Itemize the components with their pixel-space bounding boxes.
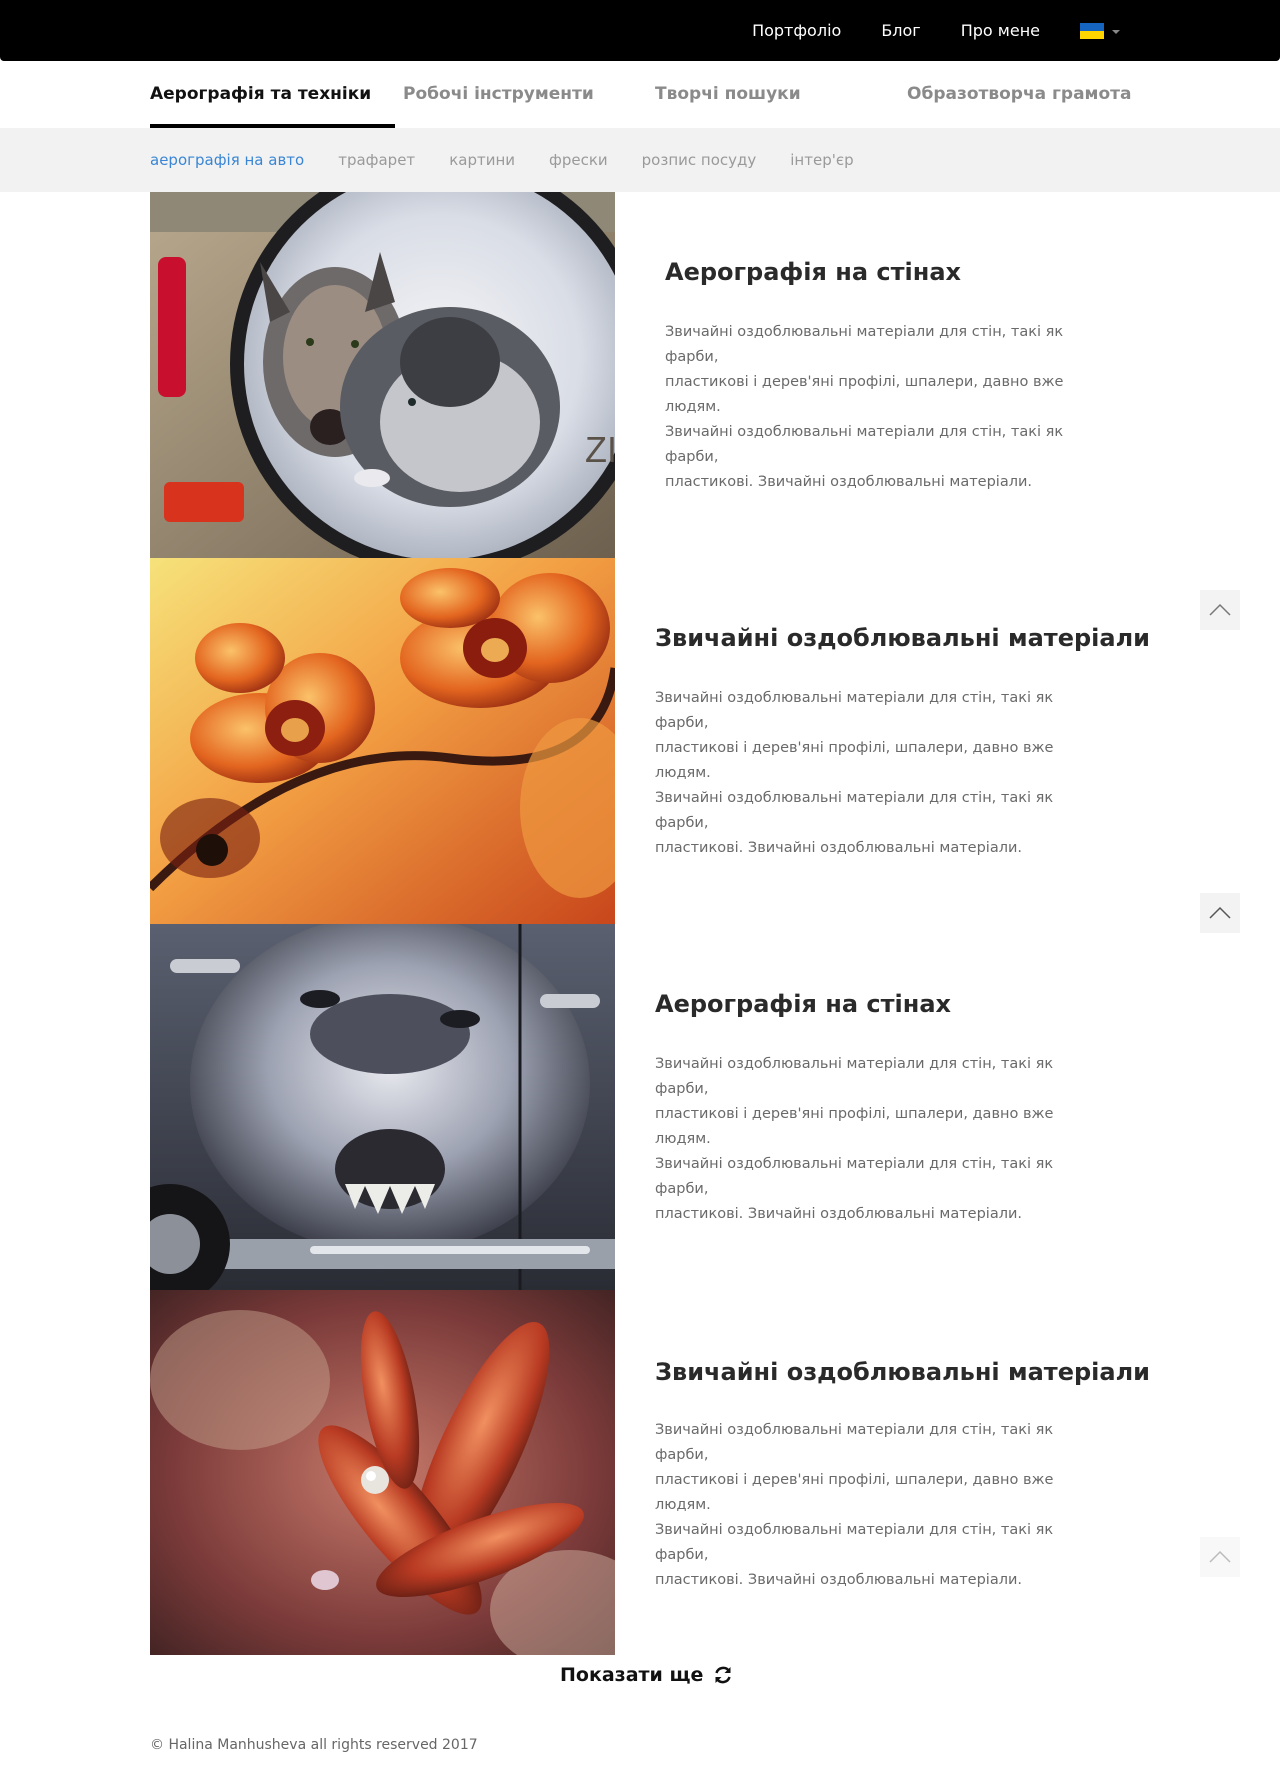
- article-image-red-flower[interactable]: [150, 1290, 615, 1655]
- nav-about-link[interactable]: Про мене: [961, 21, 1040, 40]
- subtab-paintings[interactable]: картини: [449, 151, 515, 169]
- excerpt-line: Звичайні оздоблювальні матеріали для сті…: [655, 790, 1054, 831]
- excerpt-line: пластикові і дерев'яні профілі, шпалери,…: [655, 1472, 1054, 1513]
- tab-work-tools[interactable]: Робочі інструменти: [403, 61, 594, 128]
- article-excerpt: Звичайні оздоблювальні матеріали для сті…: [655, 686, 1105, 861]
- tab-fine-art-literacy[interactable]: Образотворча грамота: [907, 61, 1131, 128]
- article-excerpt: Звичайні оздоблювальні матеріали для сті…: [655, 1052, 1105, 1227]
- main-nav: Портфоліо Блог Про мене: [712, 0, 1120, 61]
- chevron-up-icon: [1209, 1550, 1231, 1563]
- excerpt-line: Звичайні оздоблювальні матеріали для сті…: [655, 1522, 1054, 1563]
- chevron-up-icon: [1209, 906, 1231, 919]
- scroll-top-button[interactable]: [1200, 590, 1240, 630]
- nav-portfolio-link[interactable]: Портфоліо: [752, 21, 841, 40]
- footer-copyright: © Halina Manhusheva all rights reserved …: [150, 1737, 478, 1753]
- article-image-orchids[interactable]: [150, 558, 615, 924]
- subcategory-bar: аерографія на авто трафарет картини фрес…: [0, 128, 1280, 192]
- article-title[interactable]: Звичайні оздоблювальні матеріали: [655, 624, 1150, 652]
- refresh-icon: [715, 1666, 732, 1684]
- chevron-down-icon: [1112, 29, 1120, 34]
- subtab-frescoes[interactable]: фрески: [549, 151, 608, 169]
- excerpt-line: Звичайні оздоблювальні матеріали для сті…: [655, 1156, 1054, 1197]
- excerpt-line: Звичайні оздоблювальні матеріали для сті…: [655, 1056, 1054, 1097]
- excerpt-line: пластикові і дерев'яні профілі, шпалери,…: [655, 740, 1054, 781]
- top-navbar: Портфоліо Блог Про мене: [0, 0, 1280, 61]
- ukraine-flag-icon: [1080, 22, 1104, 39]
- subtab-dish-painting[interactable]: розпис посуду: [642, 151, 757, 169]
- excerpt-line: пластикові. Звичайні оздоблювальні матер…: [665, 474, 1033, 490]
- subcategory-tabs: аерографія на авто трафарет картини фрес…: [150, 128, 888, 192]
- scroll-top-button[interactable]: [1200, 1537, 1240, 1577]
- article-card: Звичайні оздоблювальні матеріали Звичайн…: [150, 1290, 1150, 1655]
- svg-text:ZI: ZI: [585, 429, 615, 470]
- tab-airbrush-techniques[interactable]: Аерографія та техніки: [150, 61, 396, 128]
- excerpt-line: пластикові. Звичайні оздоблювальні матер…: [655, 840, 1023, 856]
- article-excerpt: Звичайні оздоблювальні матеріали для сті…: [665, 320, 1115, 495]
- nav-blog-link[interactable]: Блог: [881, 21, 920, 40]
- language-selector[interactable]: [1080, 22, 1120, 39]
- excerpt-line: пластикові і дерев'яні профілі, шпалери,…: [665, 374, 1064, 415]
- article-image-wolves-tire[interactable]: ZI: [150, 192, 615, 558]
- excerpt-line: пластикові. Звичайні оздоблювальні матер…: [655, 1206, 1023, 1222]
- excerpt-line: Звичайні оздоблювальні матеріали для сті…: [655, 1422, 1054, 1463]
- article-title[interactable]: Аерографія на стінах: [665, 258, 961, 286]
- section-tabs: Аерографія та техніки Робочі інструменти…: [150, 61, 1131, 128]
- excerpt-line: Звичайні оздоблювальні матеріали для сті…: [665, 424, 1064, 465]
- subtab-car-airbrush[interactable]: аерографія на авто: [150, 151, 304, 169]
- tab-creative-search[interactable]: Творчі пошуки: [655, 61, 801, 128]
- subtab-stencil[interactable]: трафарет: [338, 151, 415, 169]
- article-card: Аерографія на стінах Звичайні оздоблювал…: [150, 924, 1130, 1290]
- article-excerpt: Звичайні оздоблювальні матеріали для сті…: [655, 1418, 1105, 1593]
- excerpt-line: пластикові і дерев'яні профілі, шпалери,…: [655, 1106, 1054, 1147]
- article-title[interactable]: Аерографія на стінах: [655, 990, 951, 1018]
- excerpt-line: пластикові. Звичайні оздоблювальні матер…: [655, 1572, 1023, 1588]
- scroll-top-button[interactable]: [1200, 893, 1240, 933]
- subtab-interior[interactable]: інтер'єр: [790, 151, 853, 169]
- chevron-up-icon: [1209, 603, 1231, 616]
- article-title[interactable]: Звичайні оздоблювальні матеріали: [655, 1358, 1150, 1386]
- load-more-label: Показати ще: [560, 1664, 704, 1686]
- article-image-wolf-door[interactable]: [150, 924, 615, 1290]
- load-more-button[interactable]: Показати ще: [560, 1664, 733, 1686]
- article-card: Звичайні оздоблювальні матеріали Звичайн…: [150, 558, 1150, 924]
- article-card: ZI Аерографія на стінах Звичайні оздоблю…: [150, 192, 1130, 558]
- excerpt-line: Звичайні оздоблювальні матеріали для сті…: [655, 690, 1054, 731]
- excerpt-line: Звичайні оздоблювальні матеріали для сті…: [665, 324, 1064, 365]
